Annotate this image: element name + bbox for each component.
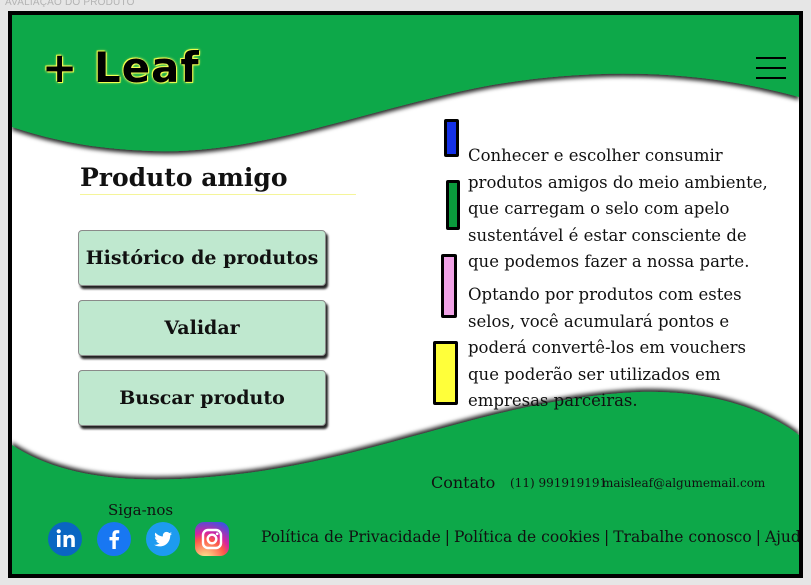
product-history-button[interactable]: Histórico de produtos [78,230,326,286]
work-with-us-link[interactable]: Trabalhe conosco [613,528,752,546]
blue-seal-swatch [444,119,459,157]
info-paragraph-1: Conhecer e escolher consumir produtos am… [468,146,768,271]
twitter-icon[interactable] [146,522,180,556]
instagram-icon[interactable] [195,522,229,556]
green-seal-swatch [446,180,460,230]
footer-links: Política de Privacidade | Política de cook… [261,528,799,546]
validate-button[interactable]: Validar [78,300,326,356]
separator: | [755,528,761,546]
cookie-policy-link[interactable]: Política de cookies [454,528,600,546]
info-paragraph-2: Optando por produtos com estes selos, vo… [468,285,746,410]
yellow-seal-swatch [433,341,458,405]
contact-email[interactable]: maisleaf@algumemail.com [602,476,765,490]
help-link[interactable]: Ajuda [765,528,799,546]
pink-seal-swatch [441,254,457,318]
privacy-policy-link[interactable]: Política de Privacidade [261,528,441,546]
linkedin-icon[interactable] [48,522,82,556]
contact-label: Contato [431,473,496,492]
follow-label: Siga-nos [108,501,174,519]
search-product-button[interactable]: Buscar produto [78,370,326,426]
separator: | [444,528,451,546]
app-frame: + Leaf Produto amigo Histórico de produt… [8,11,803,578]
facebook-icon[interactable] [97,522,131,556]
page-title: Produto amigo [80,163,356,195]
separator: | [603,528,610,546]
page-caption: AVALIAÇÃO DO PRODUTO [5,0,135,8]
hamburger-menu-icon[interactable] [756,55,786,81]
contact-phone: (11) 991919191 [510,476,608,490]
logo[interactable]: + Leaf [42,43,200,92]
